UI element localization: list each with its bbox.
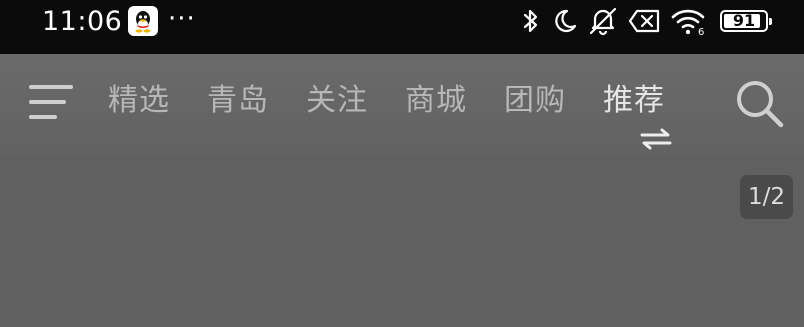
- tab-tuijian[interactable]: 推荐: [603, 78, 665, 124]
- status-icons: 6 91: [512, 5, 772, 37]
- category-tabs: 精选 青岛 关注 商城 团购 推荐: [108, 78, 665, 124]
- tab-shangcheng[interactable]: 商城: [405, 78, 467, 124]
- tab-tuangou[interactable]: 团购: [504, 78, 566, 124]
- svg-text:6: 6: [698, 27, 704, 36]
- battery-level: 91: [732, 11, 756, 30]
- tab-qingdao[interactable]: 青岛: [207, 78, 269, 124]
- battery-icon: 91: [720, 10, 772, 32]
- status-bar: 11:06 ··· 6 91: [0, 0, 804, 54]
- page-indicator: 1/2: [740, 175, 793, 219]
- switch-icon[interactable]: [638, 127, 674, 151]
- tab-jingxuan[interactable]: 精选: [108, 78, 170, 124]
- moon-icon: [550, 7, 578, 35]
- menu-icon[interactable]: [28, 81, 74, 125]
- no-sim-icon: [628, 8, 662, 34]
- more-notifications-icon: ···: [168, 4, 196, 34]
- wifi-icon: 6: [670, 6, 708, 36]
- tab-guanzhu[interactable]: 关注: [306, 78, 368, 124]
- status-time: 11:06: [42, 6, 123, 37]
- muted-bell-icon: [586, 6, 620, 36]
- bluetooth-icon: [520, 7, 542, 35]
- qq-app-icon: [128, 6, 158, 36]
- search-icon[interactable]: [734, 78, 786, 130]
- battery-tip: [769, 18, 772, 25]
- top-nav-bar: 精选 青岛 关注 商城 团购 推荐: [0, 54, 804, 154]
